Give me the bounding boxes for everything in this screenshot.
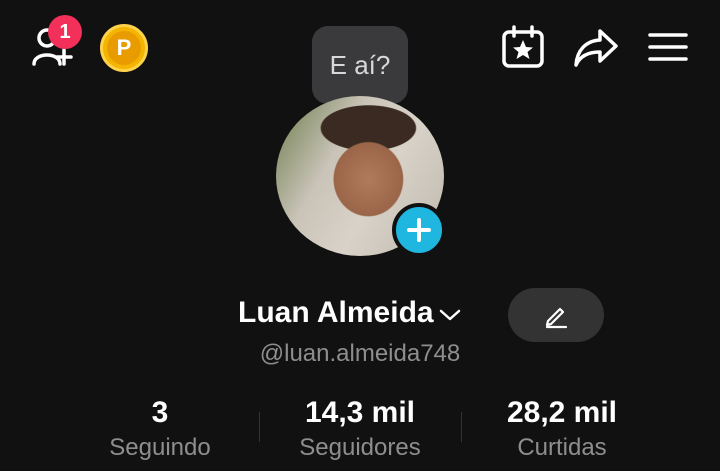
stat-divider bbox=[259, 412, 260, 442]
plus-icon bbox=[407, 218, 431, 242]
status-bubble-text: E aí? bbox=[329, 49, 391, 80]
menu-button[interactable] bbox=[644, 24, 692, 70]
following-count: 3 bbox=[151, 396, 169, 429]
chevron-down-icon bbox=[439, 309, 460, 321]
coins-button[interactable]: P bbox=[100, 24, 148, 72]
likes-label: Curtidas bbox=[517, 434, 607, 461]
coin-label: P bbox=[116, 35, 132, 60]
edit-profile-button[interactable] bbox=[508, 288, 604, 342]
profile-name: Luan Almeida bbox=[238, 296, 434, 329]
likes-stat[interactable]: 28,2 mil Curtidas bbox=[490, 396, 634, 462]
following-label: Seguindo bbox=[109, 434, 211, 461]
coin-icon: P bbox=[107, 31, 141, 65]
calendar-button[interactable] bbox=[498, 22, 548, 72]
menu-icon bbox=[648, 33, 688, 61]
likes-count: 28,2 mil bbox=[506, 396, 618, 429]
followers-stat[interactable]: 14,3 mil Seguidores bbox=[280, 396, 440, 462]
stat-divider bbox=[461, 412, 462, 442]
followers-label: Seguidores bbox=[299, 434, 421, 461]
notification-badge: 1 bbox=[48, 15, 82, 49]
profile-name-switcher[interactable]: Luan Almeida bbox=[238, 296, 462, 330]
status-bubble[interactable]: E aí? bbox=[312, 26, 408, 104]
profile-handle: @luan.almeida748 bbox=[259, 340, 461, 367]
pencil-icon bbox=[545, 307, 568, 329]
share-button[interactable] bbox=[570, 22, 622, 72]
add-story-button[interactable] bbox=[392, 203, 446, 257]
followers-count: 14,3 mil bbox=[304, 396, 416, 429]
calendar-star-icon bbox=[502, 25, 544, 68]
share-icon bbox=[574, 29, 618, 67]
following-stat[interactable]: 3 Seguindo bbox=[90, 396, 230, 462]
